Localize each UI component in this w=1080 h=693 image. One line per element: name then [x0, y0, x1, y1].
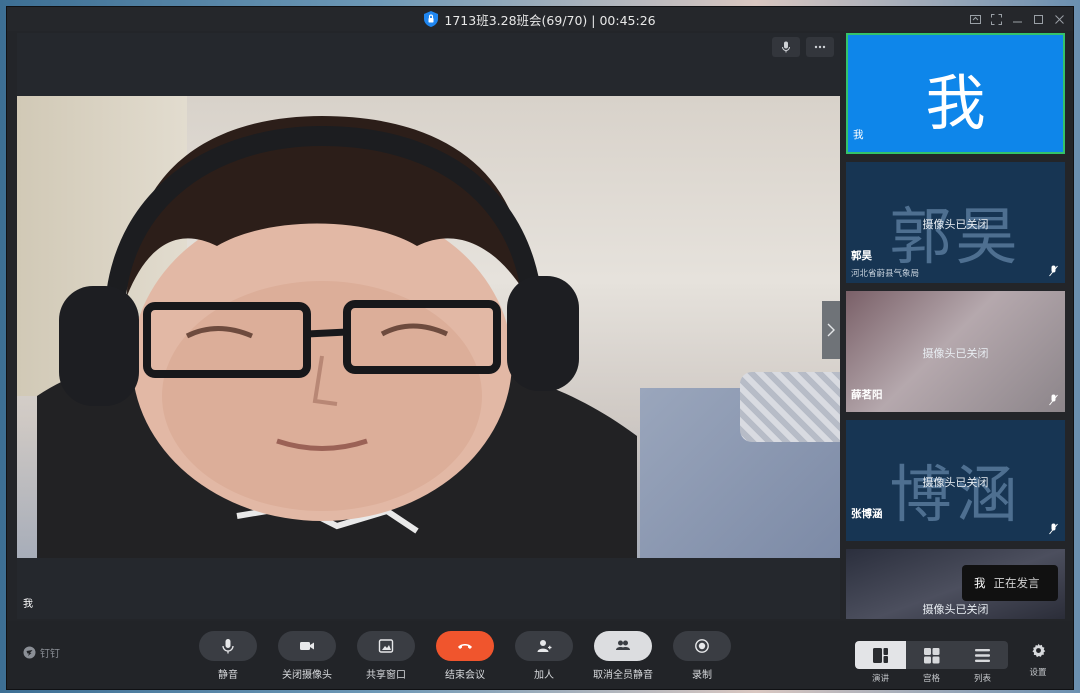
participant-tile[interactable]: 郭昊 摄像头已关闭 郭昊 河北省蔚县气象局	[846, 162, 1065, 283]
unmute-all-button[interactable]: 取消全员静音	[588, 631, 658, 681]
meeting-window: 1713班3.28班会(69/70) | 00:45:26 我 我 我 郭昊 摄…	[6, 6, 1074, 690]
meeting-title: 1713班3.28班会(69/70) | 00:45:26	[444, 12, 656, 28]
main-stage: 我	[17, 33, 840, 619]
chevron-right-icon	[827, 323, 835, 337]
stage-next-button[interactable]	[822, 301, 840, 359]
record-button[interactable]: 录制	[667, 631, 737, 681]
unmute-all-label: 取消全员静音	[593, 670, 653, 681]
settings-button[interactable]: 设置	[1023, 643, 1053, 678]
stage-more-button[interactable]	[806, 37, 834, 57]
microphone-icon	[782, 41, 790, 53]
microphone-icon	[222, 639, 234, 654]
mute-pill[interactable]	[199, 631, 257, 661]
video-person	[37, 116, 637, 558]
mute-button[interactable]: 静音	[193, 631, 263, 681]
camera-off-label: 摄像头已关闭	[922, 218, 989, 231]
speaker-layout-icon	[873, 647, 888, 663]
layout-switcher: 演讲 宫格 列表	[855, 641, 1008, 684]
brand-logo: 钉钉	[23, 645, 60, 660]
record-pill[interactable]	[673, 631, 731, 661]
add-user-icon	[537, 640, 552, 652]
settings-label: 设置	[1029, 668, 1047, 678]
mic-muted-icon	[1049, 265, 1058, 277]
share-window-button[interactable]: 共享窗口	[351, 631, 421, 681]
dingtalk-logo-icon	[23, 646, 36, 659]
camera-off-label: 关闭摄像头	[282, 670, 332, 681]
mute-label: 静音	[218, 670, 238, 681]
share-window-icon	[378, 639, 394, 653]
participant-tile-self[interactable]: 我 我	[846, 33, 1065, 154]
minimize-icon[interactable]	[1012, 14, 1023, 25]
end-meeting-label: 结束会议	[445, 670, 485, 681]
participant-org: 河北省蔚县气象局	[851, 269, 920, 279]
layout-grid-label: 宫格	[922, 674, 940, 684]
shield-icon	[424, 11, 439, 27]
bottom-toolbar: 钉钉 静音 关闭摄像头 共享窗口 结束会议 加人 取消全员静音 录制 演讲 宫格…	[7, 621, 1073, 689]
add-person-button[interactable]: 加人	[509, 631, 579, 681]
participant-name: 郭昊	[851, 250, 872, 262]
record-label: 录制	[692, 670, 712, 681]
participant-avatar-text: 我	[925, 69, 986, 139]
camera-pill[interactable]	[278, 631, 336, 661]
add-person-pill[interactable]	[515, 631, 573, 661]
participant-name: 我	[853, 129, 864, 141]
layout-speaker-button[interactable]: 演讲	[855, 641, 906, 684]
grid-layout-icon	[924, 647, 940, 663]
window-controls	[970, 7, 1065, 31]
participant-column[interactable]: 我 我 郭昊 摄像头已关闭 郭昊 河北省蔚县气象局 摄像头已关闭 薛茗阳 博涵 …	[846, 33, 1065, 619]
speaking-indicator: 我 正在发言	[962, 565, 1058, 601]
share-pill[interactable]	[357, 631, 415, 661]
layout-list-square[interactable]	[957, 641, 1008, 669]
video-camera-icon	[300, 642, 314, 650]
speaking-state: 正在发言	[993, 576, 1040, 590]
group-mute-icon	[616, 640, 630, 650]
participant-name: 薛茗阳	[851, 389, 883, 401]
stage-tools	[772, 37, 834, 57]
hang-up-icon	[458, 644, 472, 649]
unmute-all-pill[interactable]	[594, 631, 652, 661]
close-icon[interactable]	[1054, 14, 1065, 25]
layout-list-button[interactable]: 列表	[957, 641, 1008, 684]
mic-muted-icon	[1049, 523, 1058, 535]
brand-name: 钉钉	[40, 649, 60, 660]
add-person-label: 加人	[534, 670, 554, 681]
more-icon	[814, 45, 826, 49]
camera-off-button[interactable]: 关闭摄像头	[272, 631, 342, 681]
layout-speaker-label: 演讲	[871, 674, 889, 684]
speaking-name: 我	[974, 576, 986, 590]
share-screen-icon[interactable]	[970, 14, 981, 25]
participant-name: 张博涵	[851, 508, 883, 520]
maximize-icon[interactable]	[1033, 14, 1044, 25]
camera-off-label: 摄像头已关闭	[922, 347, 989, 360]
list-layout-icon	[975, 648, 990, 662]
mic-muted-icon	[1049, 394, 1058, 406]
layout-speaker-square[interactable]	[855, 641, 906, 669]
record-icon	[695, 639, 709, 653]
share-window-label: 共享窗口	[366, 670, 406, 681]
main-video-feed	[17, 96, 840, 558]
end-meeting-button[interactable]: 结束会议	[430, 631, 500, 681]
stage-mic-button[interactable]	[772, 37, 800, 57]
gear-icon	[1031, 643, 1045, 658]
layout-list-label: 列表	[973, 674, 991, 684]
camera-off-label: 摄像头已关闭	[922, 603, 989, 616]
layout-grid-square[interactable]	[906, 641, 957, 669]
title-group: 1713班3.28班会(69/70) | 00:45:26	[424, 10, 656, 29]
fullscreen-icon[interactable]	[991, 13, 1002, 25]
stage-speaker-name: 我	[23, 599, 33, 610]
end-pill[interactable]	[436, 631, 494, 661]
title-bar: 1713班3.28班会(69/70) | 00:45:26	[7, 7, 1073, 31]
participant-tile[interactable]: 摄像头已关闭 薛茗阳	[846, 291, 1065, 412]
camera-off-label: 摄像头已关闭	[922, 476, 989, 489]
video-background-pillow	[740, 372, 840, 442]
layout-grid-button[interactable]: 宫格	[906, 641, 957, 684]
participant-tile[interactable]: 博涵 摄像头已关闭 张博涵	[846, 420, 1065, 541]
